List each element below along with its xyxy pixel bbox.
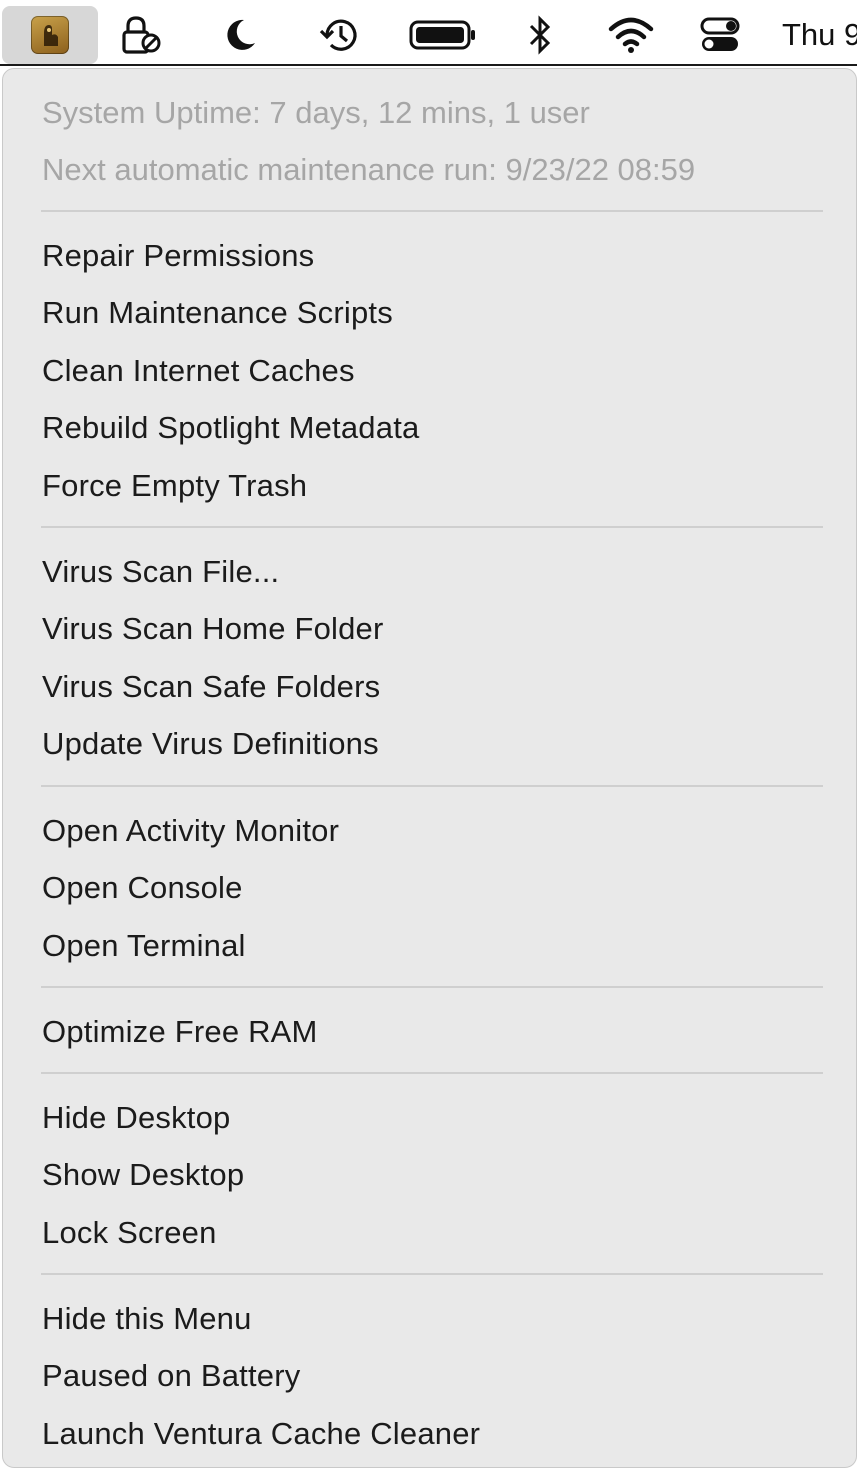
menu-item-paused-on-battery[interactable]: Paused on Battery [42,1358,300,1394]
menu-separator [41,1273,823,1275]
moon-icon[interactable] [212,6,268,64]
menu-item-open-terminal[interactable]: Open Terminal [42,928,246,964]
menu-item-repair-permissions[interactable]: Repair Permissions [42,238,314,274]
menu-item-virus-scan-file[interactable]: Virus Scan File... [42,554,279,590]
next-maintenance-text: Next automatic maintenance run: 9/23/22 … [42,152,696,187]
menu-item-show-desktop[interactable]: Show Desktop [42,1157,244,1193]
menu-item-virus-scan-home-folder[interactable]: Virus Scan Home Folder [42,611,384,647]
menu-separator [41,1072,823,1074]
battery-icon[interactable] [406,6,480,64]
menu-separator [41,526,823,528]
menu-separator [41,986,823,988]
menu-item-run-maintenance-scripts[interactable]: Run Maintenance Scripts [42,295,393,331]
menu-item-rebuild-spotlight-metadata[interactable]: Rebuild Spotlight Metadata [42,410,419,446]
app-icon [31,16,69,54]
bluetooth-icon[interactable] [516,6,564,64]
lock-user-icon[interactable] [112,6,170,64]
wifi-icon[interactable] [600,6,662,64]
menu-item-hide-this-menu[interactable]: Hide this Menu [42,1301,252,1337]
menu-separator [41,785,823,787]
control-center-icon[interactable] [694,6,746,64]
menu-item-update-virus-definitions[interactable]: Update Virus Definitions [42,726,379,762]
menu-item-launch-ventura-cache-cleaner[interactable]: Launch Ventura Cache Cleaner [42,1416,480,1452]
time-machine-icon[interactable] [310,6,370,64]
menu-bar: Thu 9 [0,0,857,66]
menu-item-open-activity-monitor[interactable]: Open Activity Monitor [42,813,339,849]
menu-item-force-empty-trash[interactable]: Force Empty Trash [42,468,307,504]
dropdown-menu: System Uptime: 7 days, 12 mins, 1 user N… [2,68,857,1468]
system-uptime-text: System Uptime: 7 days, 12 mins, 1 user [42,95,590,130]
menu-item-clean-internet-caches[interactable]: Clean Internet Caches [42,353,355,389]
menu-item-optimize-free-ram[interactable]: Optimize Free RAM [42,1014,318,1050]
app-menu-extra[interactable] [2,6,98,64]
menubar-clock[interactable]: Thu 9 [782,6,857,64]
menu-item-open-console[interactable]: Open Console [42,870,243,906]
menu-item-virus-scan-safe-folders[interactable]: Virus Scan Safe Folders [42,669,380,705]
menu-separator [41,210,823,212]
menu-item-lock-screen[interactable]: Lock Screen [42,1215,217,1251]
menu-item-hide-desktop[interactable]: Hide Desktop [42,1100,231,1136]
